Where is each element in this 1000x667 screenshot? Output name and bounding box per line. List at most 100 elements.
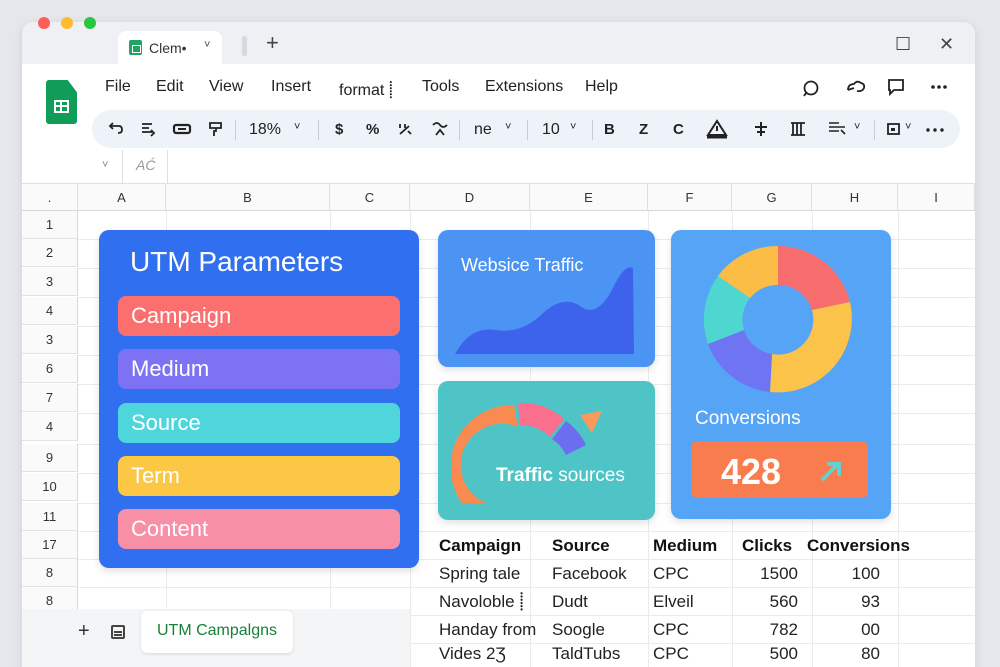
- table-cell[interactable]: Spring tale: [439, 560, 520, 588]
- menu-format[interactable]: format ⸽: [339, 78, 393, 100]
- row-header[interactable]: 10: [22, 473, 78, 501]
- menu-file[interactable]: File: [105, 78, 131, 96]
- column-header-f[interactable]: F: [648, 184, 732, 211]
- row-header[interactable]: 17: [22, 531, 78, 559]
- menu-extensions[interactable]: Extensions: [485, 78, 563, 96]
- menu-insert[interactable]: Insert: [271, 78, 311, 96]
- chevron-down-icon[interactable]: ˅: [204, 39, 210, 51]
- column-header-i[interactable]: I: [898, 184, 975, 211]
- toolbar-separator: [459, 120, 460, 140]
- browser-tab[interactable]: Clem• ˅: [118, 31, 222, 64]
- menu-edit[interactable]: Edit: [156, 78, 184, 96]
- row-header[interactable]: 7: [22, 384, 78, 412]
- menu-view[interactable]: View: [209, 78, 243, 96]
- history-icon[interactable]: [802, 79, 820, 97]
- zoom-window-dot[interactable]: [84, 17, 96, 29]
- formula-input[interactable]: AĆ: [136, 157, 155, 173]
- maximize-icon[interactable]: ☐: [895, 34, 911, 55]
- borders-icon[interactable]: [752, 120, 770, 138]
- chevron-down-icon[interactable]: ˅: [570, 121, 576, 133]
- column-header-g[interactable]: G: [732, 184, 812, 211]
- comment-icon[interactable]: [887, 78, 905, 96]
- table-cell[interactable]: 93: [820, 588, 880, 616]
- row-header[interactable]: 3: [22, 326, 78, 354]
- row-header[interactable]: 8: [22, 559, 78, 587]
- row-header[interactable]: 6: [22, 355, 78, 383]
- italic-button[interactable]: Z: [639, 121, 648, 138]
- zoom-select[interactable]: 18%: [249, 121, 281, 139]
- chevron-down-icon[interactable]: ˅: [294, 121, 300, 133]
- chevron-down-icon[interactable]: ˅: [102, 159, 108, 171]
- utm-param-medium[interactable]: Medium: [118, 349, 400, 389]
- add-sheet-button[interactable]: +: [78, 620, 90, 643]
- increase-decimal-icon[interactable]: [431, 121, 449, 137]
- new-tab-button[interactable]: +: [266, 30, 279, 56]
- utm-card-title: UTM Parameters: [130, 246, 344, 277]
- table-header-campaign: Campaign: [439, 536, 522, 555]
- row-header[interactable]: 9: [22, 444, 78, 472]
- table-cell[interactable]: 500: [740, 640, 798, 667]
- column-header-e[interactable]: E: [530, 184, 648, 211]
- table-cell[interactable]: Navoloble ⸽: [439, 588, 524, 616]
- select-all-corner[interactable]: .: [22, 184, 78, 211]
- table-cell[interactable]: Dudt: [552, 588, 588, 616]
- utm-param-content[interactable]: Content: [118, 509, 400, 549]
- paint-format-icon[interactable]: [208, 121, 224, 137]
- percent-format-button[interactable]: %: [366, 121, 379, 138]
- table-cell[interactable]: 100: [820, 560, 880, 588]
- more-options-icon[interactable]: [930, 84, 948, 90]
- table-cell[interactable]: Facebook: [552, 560, 627, 588]
- merge-cells-icon[interactable]: [789, 120, 807, 138]
- decrease-decimal-icon[interactable]: [397, 121, 413, 137]
- font-size-select[interactable]: 10: [542, 121, 560, 139]
- minimize-window-dot[interactable]: [61, 17, 73, 29]
- text-color-icon[interactable]: [706, 119, 728, 139]
- formula-divider: [122, 150, 123, 184]
- row-header[interactable]: 3: [22, 268, 78, 296]
- utm-param-campaign[interactable]: Campaign: [118, 296, 400, 336]
- bold-button[interactable]: B: [604, 121, 615, 138]
- insert-image-icon[interactable]: [886, 122, 902, 136]
- row-header[interactable]: 4: [22, 413, 78, 441]
- cloud-link-icon[interactable]: [845, 78, 867, 96]
- table-cell[interactable]: 80: [820, 640, 880, 667]
- chevron-down-icon[interactable]: ˅: [505, 121, 511, 133]
- chevron-down-icon[interactable]: ˅: [905, 121, 911, 133]
- chevron-down-icon[interactable]: ˅: [854, 121, 860, 133]
- column-header-h[interactable]: H: [812, 184, 898, 211]
- table-cell[interactable]: Elveil: [653, 588, 694, 616]
- close-icon[interactable]: ✕: [939, 34, 954, 55]
- table-cell[interactable]: 560: [740, 588, 798, 616]
- undo-icon[interactable]: [108, 120, 124, 136]
- table-cell[interactable]: 1500: [740, 560, 798, 588]
- redo-icon[interactable]: [140, 121, 156, 137]
- utm-param-source[interactable]: Source: [118, 403, 400, 443]
- row-header[interactable]: 4: [22, 297, 78, 325]
- conversions-value: 428: [721, 451, 782, 492]
- menu-help[interactable]: Help: [585, 78, 618, 96]
- font-family-select[interactable]: ne: [474, 121, 492, 139]
- table-cell[interactable]: CPC: [653, 640, 689, 667]
- close-window-dot[interactable]: [38, 17, 50, 29]
- row-header[interactable]: 2: [22, 239, 78, 267]
- table-cell[interactable]: TaldTubs: [552, 640, 620, 667]
- more-toolbar-icon[interactable]: [925, 127, 945, 133]
- row-header[interactable]: 11: [22, 503, 78, 531]
- menu-tools[interactable]: Tools: [422, 78, 459, 96]
- column-header-c[interactable]: C: [330, 184, 410, 211]
- table-cell[interactable]: Vides 2Ʒ: [439, 640, 506, 667]
- toolbar-separator: [318, 120, 319, 140]
- utm-param-term[interactable]: Term: [118, 456, 400, 496]
- align-icon[interactable]: [827, 120, 847, 136]
- row-header[interactable]: 1: [22, 211, 78, 239]
- all-sheets-icon[interactable]: [111, 625, 125, 639]
- strikethrough-button[interactable]: C: [673, 121, 684, 138]
- print-icon[interactable]: [172, 121, 192, 137]
- column-header-d[interactable]: D: [410, 184, 530, 211]
- sheets-tab-icon: [129, 40, 142, 55]
- sheets-logo-icon[interactable]: [46, 80, 77, 124]
- column-header-a[interactable]: A: [78, 184, 166, 211]
- table-cell[interactable]: CPC: [653, 560, 689, 588]
- column-header-b[interactable]: B: [166, 184, 330, 211]
- currency-format-button[interactable]: $: [335, 121, 343, 138]
